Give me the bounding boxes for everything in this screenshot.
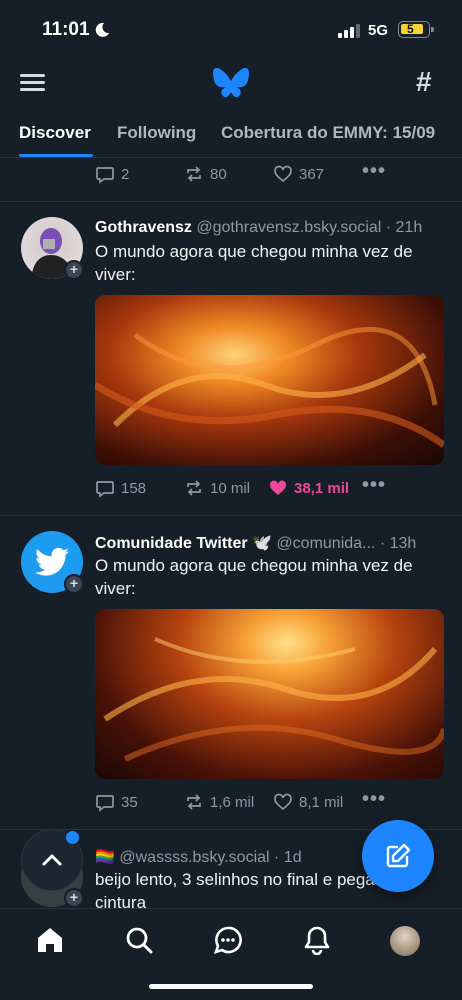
author-name[interactable]: 🏳️‍🌈	[95, 849, 115, 866]
status-time: 11:01	[42, 19, 90, 40]
reply-icon	[96, 481, 114, 498]
chat-icon[interactable]	[213, 925, 243, 955]
top-bar: #	[0, 58, 462, 108]
twitter-bird-icon	[35, 547, 69, 576]
post-divider	[0, 201, 462, 202]
reply-button[interactable]: 158	[95, 478, 146, 498]
bell-icon[interactable]	[302, 925, 332, 955]
reply-icon	[96, 795, 114, 812]
tab-discover[interactable]: Discover	[19, 123, 91, 143]
author-handle[interactable]: @wassss.bsky.social	[119, 849, 269, 866]
post-header: Comunidade Twitter 🕊️ @comunida... · 13h	[95, 533, 416, 553]
search-icon[interactable]	[124, 925, 154, 955]
heart-icon	[274, 165, 292, 183]
repost-icon	[187, 480, 201, 496]
repost-button[interactable]: 10 mil	[184, 478, 250, 498]
chevron-up-icon	[42, 854, 62, 866]
post-divider	[0, 515, 462, 516]
post-text: O mundo agora que chegou minha vez de vi…	[95, 242, 413, 284]
home-icon[interactable]	[35, 925, 65, 955]
author-handle[interactable]: @gothravensz.bsky.social	[196, 219, 381, 236]
compose-button[interactable]	[362, 820, 434, 892]
post-time: · 13h	[379, 535, 417, 552]
follow-plus-icon[interactable]: +	[64, 574, 84, 594]
repost-count: 1,6 mil	[210, 793, 255, 811]
feed-tabs: Discover Following Cobertura do EMMY: 15…	[0, 108, 462, 158]
follow-plus-icon[interactable]: +	[64, 888, 84, 908]
dove-icon: 🕊️	[252, 535, 272, 552]
like-count: 8,1 mil	[299, 793, 344, 811]
reply-icon	[96, 167, 114, 184]
home-indicator	[149, 984, 313, 989]
butterfly-logo[interactable]	[212, 66, 250, 100]
repost-button[interactable]: 1,6 mil	[184, 792, 254, 812]
heart-icon	[274, 793, 292, 811]
reply-count: 158	[121, 479, 147, 497]
like-button[interactable]: 8,1 mil	[273, 792, 343, 812]
like-count: 38,1 mil	[294, 479, 350, 497]
post-time: · 1d	[274, 849, 302, 866]
repost-button[interactable]: 80	[184, 164, 227, 184]
like-button[interactable]: 367	[273, 164, 324, 184]
reply-button[interactable]: 35	[95, 792, 138, 812]
heart-filled-icon	[269, 480, 287, 495]
hash-icon[interactable]: #	[416, 66, 432, 98]
signal-icon	[338, 24, 360, 38]
tab-following[interactable]: Following	[117, 123, 196, 143]
new-posts-dot	[66, 831, 79, 844]
repost-icon	[187, 166, 201, 182]
battery-level: 5	[407, 22, 414, 36]
post-text: O mundo agora que chegou minha vez de vi…	[95, 556, 413, 598]
author-name[interactable]: Gothravensz	[95, 219, 192, 236]
reply-button[interactable]: 2	[95, 164, 129, 184]
compose-icon	[386, 843, 411, 868]
post-image[interactable]	[95, 609, 444, 779]
menu-icon[interactable]	[20, 71, 46, 93]
like-count: 367	[299, 165, 325, 183]
author-handle[interactable]: @comunida...	[276, 535, 375, 552]
post-header: 🏳️‍🌈 @wassss.bsky.social · 1d	[95, 847, 302, 867]
active-tab-indicator	[19, 154, 93, 157]
profile-avatar[interactable]	[390, 926, 420, 956]
status-bar: 11:01 5G 5	[0, 0, 462, 58]
reply-count: 35	[121, 793, 138, 811]
follow-plus-icon[interactable]: +	[64, 260, 84, 280]
network-type: 5G	[368, 22, 389, 39]
post-time: · 21h	[385, 219, 423, 236]
repost-count: 80	[210, 165, 227, 183]
post-header: Gothravensz @gothravensz.bsky.social · 2…	[95, 219, 422, 237]
repost-icon	[187, 794, 201, 810]
more-icon[interactable]: •••	[362, 788, 386, 811]
like-button[interactable]: 38,1 mil	[268, 478, 349, 498]
author-name[interactable]: Comunidade Twitter	[95, 535, 248, 552]
tab-cobertura-emmy[interactable]: Cobertura do EMMY: 15/09	[221, 123, 435, 143]
repost-count: 10 mil	[210, 479, 251, 497]
more-icon[interactable]: •••	[362, 160, 386, 183]
battery-icon: 5	[398, 21, 434, 38]
moon-icon	[95, 22, 109, 37]
more-icon[interactable]: •••	[362, 474, 386, 497]
reply-count: 2	[121, 165, 130, 183]
post-image[interactable]	[95, 295, 444, 465]
